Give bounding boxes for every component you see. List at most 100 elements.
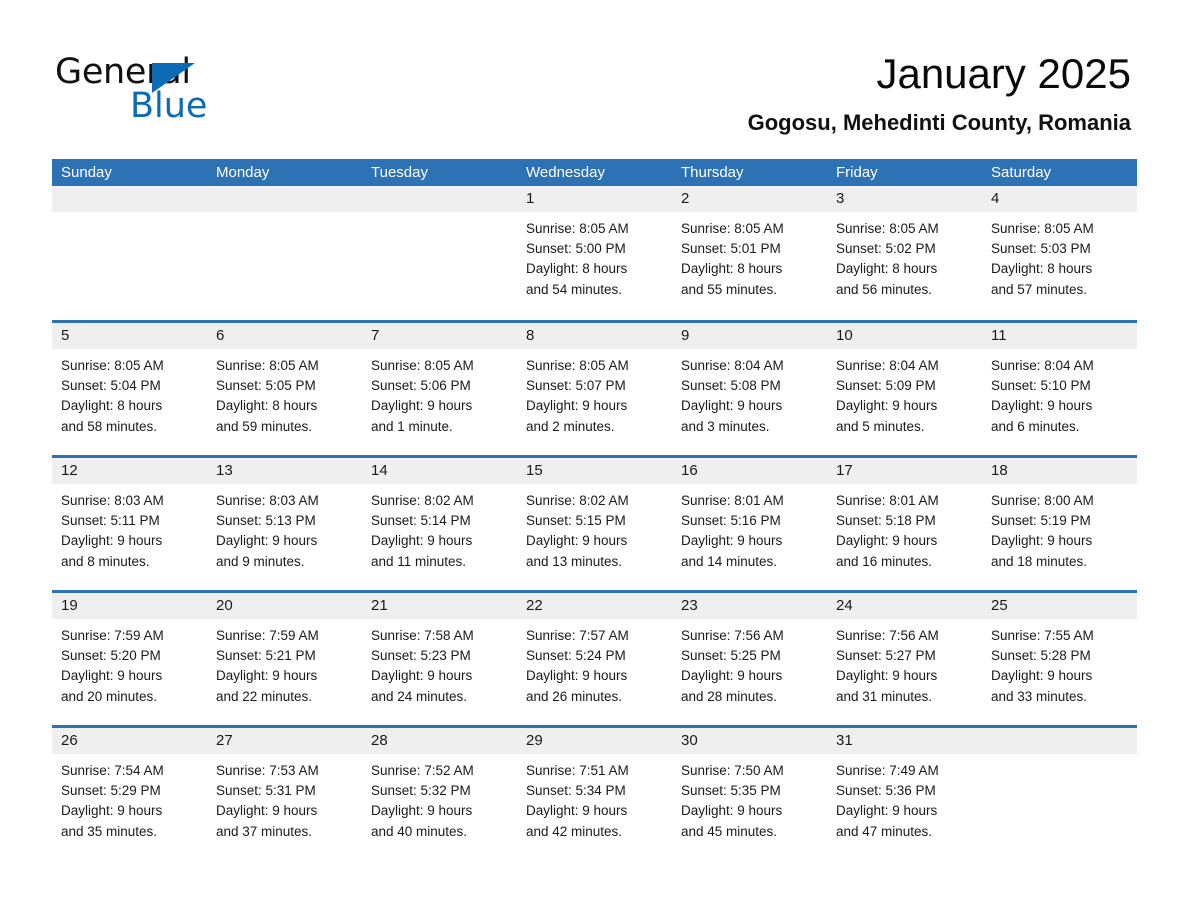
- calendar-grid: Sunday Monday Tuesday Wednesday Thursday Frid…: [52, 159, 1137, 860]
- calendar-weeks: 1 Sunrise: 8:05 AM Sunset: 5:00 PM Daylight…: [52, 186, 1137, 860]
- day-sun-info: Sunrise: 8:04 AM Sunset: 5:10 PM Daylight:…: [991, 356, 1128, 437]
- day-info-line: Sunrise: 8:05 AM: [836, 221, 939, 236]
- day-sun-info: Sunrise: 8:01 AM Sunset: 5:16 PM Daylight:…: [681, 491, 818, 572]
- calendar-day-cell-25[interactable]: 25 Sunrise: 7:55 AM Sunset: 5:28 PM Dayligh…: [982, 593, 1137, 725]
- calendar-day-cell-12[interactable]: 12 Sunrise: 8:03 AM Sunset: 5:11 PM Dayligh…: [52, 458, 207, 590]
- day-info-line: Sunrise: 7:49 AM: [836, 763, 939, 778]
- day-sun-info: Sunrise: 7:56 AM Sunset: 5:27 PM Daylight:…: [836, 626, 973, 707]
- calendar-day-cell-22[interactable]: 22 Sunrise: 7:57 AM Sunset: 5:24 PM Dayligh…: [517, 593, 672, 725]
- day-info-line: Daylight: 9 hours: [61, 668, 163, 684]
- calendar-week-row: 5 Sunrise: 8:05 AM Sunset: 5:04 PM Daylight…: [52, 320, 1137, 455]
- day-info-line: Sunset: 5:25 PM: [681, 648, 781, 664]
- day-sun-info: Sunrise: 8:05 AM Sunset: 5:01 PM Daylight:…: [681, 219, 818, 300]
- day-info-line: Sunset: 5:29 PM: [61, 783, 161, 799]
- calendar-day-cell-20[interactable]: 20 Sunrise: 7:59 AM Sunset: 5:21 PM Dayligh…: [207, 593, 362, 725]
- calendar-day-cell-17[interactable]: 17 Sunrise: 8:01 AM Sunset: 5:18 PM Dayligh…: [827, 458, 982, 590]
- weekday-header-saturday: Saturday: [991, 164, 1052, 181]
- day-info-line: and 40 minutes.: [371, 823, 468, 839]
- day-info-line: Daylight: 9 hours: [371, 803, 473, 819]
- calendar-day-cell-2[interactable]: 2 Sunrise: 8:05 AM Sunset: 5:01 PM Daylight…: [672, 186, 827, 320]
- calendar-day-cell-19[interactable]: 19 Sunrise: 7:59 AM Sunset: 5:20 PM Dayligh…: [52, 593, 207, 725]
- day-number: 1: [526, 190, 535, 207]
- day-number: 25: [991, 597, 1008, 614]
- calendar-day-cell-14[interactable]: 14 Sunrise: 8:02 AM Sunset: 5:14 PM Dayligh…: [362, 458, 517, 590]
- logo-text-blue: Blue: [130, 86, 208, 126]
- day-sun-info: Sunrise: 8:05 AM Sunset: 5:03 PM Daylight:…: [991, 219, 1128, 300]
- calendar-day-cell-3[interactable]: 3 Sunrise: 8:05 AM Sunset: 5:02 PM Daylight…: [827, 186, 982, 320]
- day-number: 23: [681, 597, 698, 614]
- calendar-day-cell-15[interactable]: 15 Sunrise: 8:02 AM Sunset: 5:15 PM Dayligh…: [517, 458, 672, 590]
- day-info-line: Sunset: 5:20 PM: [61, 648, 161, 664]
- calendar-day-cell-23[interactable]: 23 Sunrise: 7:56 AM Sunset: 5:25 PM Dayligh…: [672, 593, 827, 725]
- calendar-day-cell-13[interactable]: 13 Sunrise: 8:03 AM Sunset: 5:13 PM Dayligh…: [207, 458, 362, 590]
- day-number: 5: [61, 327, 70, 344]
- day-sun-info: Sunrise: 8:03 AM Sunset: 5:11 PM Daylight:…: [61, 491, 198, 572]
- calendar-week-row: 26 Sunrise: 7:54 AM Sunset: 5:29 PM Dayligh…: [52, 725, 1137, 860]
- calendar-week-row: 19 Sunrise: 7:59 AM Sunset: 5:20 PM Dayligh…: [52, 590, 1137, 725]
- page-title: January 2025: [876, 50, 1131, 97]
- day-info-line: Sunrise: 7:55 AM: [991, 628, 1094, 643]
- calendar-day-cell-empty: [982, 728, 1137, 860]
- calendar-day-cell-5[interactable]: 5 Sunrise: 8:05 AM Sunset: 5:04 PM Daylight…: [52, 323, 207, 455]
- day-info-line: Sunset: 5:07 PM: [526, 378, 626, 394]
- day-number: 3: [836, 190, 845, 207]
- day-info-line: Sunrise: 8:02 AM: [526, 493, 629, 508]
- day-sun-info: Sunrise: 7:59 AM Sunset: 5:21 PM Daylight:…: [216, 626, 353, 707]
- day-number: 9: [681, 327, 690, 344]
- day-info-line: Sunrise: 8:00 AM: [991, 493, 1094, 508]
- day-info-line: Sunset: 5:27 PM: [836, 648, 936, 664]
- day-info-line: Sunrise: 7:58 AM: [371, 628, 474, 643]
- calendar-day-cell-24[interactable]: 24 Sunrise: 7:56 AM Sunset: 5:27 PM Dayligh…: [827, 593, 982, 725]
- day-sun-info: Sunrise: 8:00 AM Sunset: 5:19 PM Daylight:…: [991, 491, 1128, 572]
- calendar-day-cell-empty: [362, 186, 517, 320]
- calendar-day-cell-30[interactable]: 30 Sunrise: 7:50 AM Sunset: 5:35 PM Dayligh…: [672, 728, 827, 860]
- calendar-day-cell-10[interactable]: 10 Sunrise: 8:04 AM Sunset: 5:09 PM Dayligh…: [827, 323, 982, 455]
- day-number: [991, 728, 1128, 754]
- weekday-header-tuesday: Tuesday: [371, 164, 428, 181]
- day-info-line: Daylight: 9 hours: [836, 803, 938, 819]
- day-info-line: Daylight: 9 hours: [836, 668, 938, 684]
- day-info-line: Sunset: 5:11 PM: [61, 513, 160, 529]
- day-sun-info: Sunrise: 8:05 AM Sunset: 5:07 PM Daylight:…: [526, 356, 663, 437]
- day-info-line: Sunset: 5:13 PM: [216, 513, 316, 529]
- day-info-line: Daylight: 9 hours: [991, 668, 1093, 684]
- day-info-line: and 3 minutes.: [681, 418, 770, 434]
- day-number: 11: [991, 327, 1007, 344]
- calendar-day-cell-7[interactable]: 7 Sunrise: 8:05 AM Sunset: 5:06 PM Daylight…: [362, 323, 517, 455]
- calendar-day-cell-11[interactable]: 11 Sunrise: 8:04 AM Sunset: 5:10 PM Dayligh…: [982, 323, 1137, 455]
- calendar-day-cell-31[interactable]: 31 Sunrise: 7:49 AM Sunset: 5:36 PM Dayligh…: [827, 728, 982, 860]
- day-info-line: Sunrise: 8:01 AM: [681, 493, 784, 508]
- day-sun-info: Sunrise: 7:56 AM Sunset: 5:25 PM Daylight:…: [681, 626, 818, 707]
- day-info-line: Sunset: 5:00 PM: [526, 241, 626, 257]
- calendar-day-cell-16[interactable]: 16 Sunrise: 8:01 AM Sunset: 5:16 PM Dayligh…: [672, 458, 827, 590]
- day-number: 21: [371, 597, 388, 614]
- day-info-line: Daylight: 9 hours: [526, 668, 628, 684]
- day-info-line: Sunrise: 7:59 AM: [61, 628, 164, 643]
- day-info-line: Sunset: 5:18 PM: [836, 513, 936, 529]
- day-info-line: and 55 minutes.: [681, 281, 778, 297]
- day-info-line: Daylight: 9 hours: [681, 803, 783, 819]
- general-blue-logo[interactable]: General Blue: [55, 52, 355, 132]
- day-info-line: Sunrise: 8:05 AM: [61, 358, 164, 373]
- day-info-line: Sunset: 5:34 PM: [526, 783, 626, 799]
- day-info-line: and 1 minute.: [371, 418, 453, 434]
- day-sun-info: Sunrise: 8:04 AM Sunset: 5:08 PM Daylight:…: [681, 356, 818, 437]
- day-info-line: Sunset: 5:31 PM: [216, 783, 316, 799]
- calendar-day-cell-18[interactable]: 18 Sunrise: 8:00 AM Sunset: 5:19 PM Dayligh…: [982, 458, 1137, 590]
- calendar-day-cell-26[interactable]: 26 Sunrise: 7:54 AM Sunset: 5:29 PM Dayligh…: [52, 728, 207, 860]
- day-info-line: Sunrise: 7:50 AM: [681, 763, 784, 778]
- day-info-line: Sunset: 5:15 PM: [526, 513, 626, 529]
- calendar-day-cell-9[interactable]: 9 Sunrise: 8:04 AM Sunset: 5:08 PM Daylight…: [672, 323, 827, 455]
- day-info-line: Daylight: 9 hours: [216, 803, 318, 819]
- calendar-day-cell-1[interactable]: 1 Sunrise: 8:05 AM Sunset: 5:00 PM Daylight…: [517, 186, 672, 320]
- calendar-day-cell-28[interactable]: 28 Sunrise: 7:52 AM Sunset: 5:32 PM Dayligh…: [362, 728, 517, 860]
- calendar-day-cell-27[interactable]: 27 Sunrise: 7:53 AM Sunset: 5:31 PM Dayligh…: [207, 728, 362, 860]
- calendar-day-cell-29[interactable]: 29 Sunrise: 7:51 AM Sunset: 5:34 PM Dayligh…: [517, 728, 672, 860]
- calendar-day-cell-6[interactable]: 6 Sunrise: 8:05 AM Sunset: 5:05 PM Daylight…: [207, 323, 362, 455]
- calendar-day-cell-21[interactable]: 21 Sunrise: 7:58 AM Sunset: 5:23 PM Dayligh…: [362, 593, 517, 725]
- day-number: 6: [216, 327, 225, 344]
- day-info-line: Daylight: 8 hours: [216, 398, 318, 414]
- calendar-day-cell-4[interactable]: 4 Sunrise: 8:05 AM Sunset: 5:03 PM Daylight…: [982, 186, 1137, 320]
- day-info-line: and 58 minutes.: [61, 418, 158, 434]
- calendar-day-cell-8[interactable]: 8 Sunrise: 8:05 AM Sunset: 5:07 PM Daylight…: [517, 323, 672, 455]
